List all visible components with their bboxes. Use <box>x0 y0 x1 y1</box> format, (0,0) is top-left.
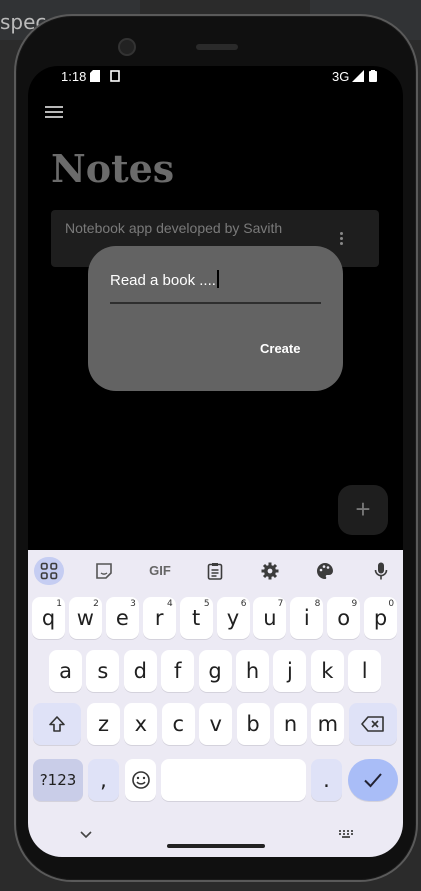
page-title: Notes <box>51 146 175 191</box>
screen-icon <box>110 70 120 82</box>
key-i[interactable]: i8 <box>290 597 324 639</box>
key-number-hint: 7 <box>277 599 284 609</box>
key-t[interactable]: t5 <box>179 597 213 639</box>
speaker <box>196 44 238 50</box>
key-x[interactable]: x <box>124 703 158 745</box>
add-note-button[interactable]: + <box>338 485 388 535</box>
key-q[interactable]: q1 <box>32 597 65 639</box>
key-number-hint: 0 <box>388 599 395 609</box>
key-k[interactable]: k <box>310 650 344 692</box>
note-text: Notebook app developed by Savith <box>65 220 283 236</box>
shift-key[interactable] <box>33 703 81 745</box>
mic-icon[interactable] <box>366 557 396 585</box>
camera <box>118 38 136 56</box>
create-button[interactable]: Create <box>260 341 300 356</box>
gif-button[interactable]: GIF <box>144 557 176 585</box>
key-number-hint: 6 <box>240 599 247 609</box>
more-options-icon[interactable] <box>340 232 344 246</box>
key-number-hint: 8 <box>314 599 321 609</box>
keyboard: GIF q1w2e3r4t5y6u7i8o9p0 asdfghjkl zxcv <box>28 550 403 857</box>
key-number-hint: 4 <box>166 599 173 609</box>
apps-icon[interactable] <box>34 557 64 585</box>
key-h[interactable]: h <box>236 650 269 692</box>
note-title-value: Read a book .... <box>110 272 216 289</box>
gear-icon[interactable] <box>255 557 285 585</box>
network-type: 3G <box>332 69 350 84</box>
key-r[interactable]: r4 <box>142 597 176 639</box>
key-z[interactable]: z <box>87 703 120 745</box>
status-time: 1:18 <box>61 69 87 84</box>
key-b[interactable]: b <box>236 703 270 745</box>
nav-row <box>28 817 403 857</box>
key-e[interactable]: e3 <box>105 597 139 639</box>
key-f[interactable]: f <box>161 650 195 692</box>
comma-key[interactable]: , <box>88 759 119 801</box>
key-u[interactable]: u7 <box>253 597 287 639</box>
backspace-key[interactable] <box>349 703 397 745</box>
emoji-key[interactable] <box>125 759 156 801</box>
key-o[interactable]: o9 <box>327 597 361 639</box>
key-s[interactable]: s <box>86 650 120 692</box>
key-number-hint: 1 <box>56 599 62 609</box>
status-bar: 1:18 3G <box>28 66 403 88</box>
signal-icon <box>352 70 364 82</box>
key-y[interactable]: y6 <box>216 597 250 639</box>
clipboard-icon[interactable] <box>200 557 230 585</box>
enter-key[interactable] <box>348 759 398 801</box>
sticker-icon[interactable] <box>89 557 119 585</box>
key-d[interactable]: d <box>123 650 157 692</box>
period-key[interactable]: . <box>311 759 342 801</box>
key-j[interactable]: j <box>273 650 307 692</box>
key-n[interactable]: n <box>274 703 307 745</box>
sd-card-icon <box>90 70 100 82</box>
key-number-hint: 2 <box>93 599 99 609</box>
phone-screen: 1:18 3G Notes Notebook app developed by … <box>28 66 403 857</box>
hide-keyboard-icon[interactable] <box>80 831 92 839</box>
gesture-handle[interactable] <box>167 844 265 848</box>
create-note-dialog: Read a book .... Create <box>88 246 343 391</box>
key-p[interactable]: p0 <box>364 597 398 639</box>
key-number-hint: 9 <box>351 599 358 609</box>
palette-icon[interactable] <box>310 557 340 585</box>
key-v[interactable]: v <box>199 703 233 745</box>
keyboard-switch-icon[interactable] <box>338 829 354 839</box>
space-key[interactable] <box>161 759 306 801</box>
key-g[interactable]: g <box>198 650 232 692</box>
key-c[interactable]: c <box>161 703 195 745</box>
key-a[interactable]: a <box>49 650 82 692</box>
key-m[interactable]: m <box>311 703 345 745</box>
key-w[interactable]: w2 <box>68 597 102 639</box>
key-number-hint: 5 <box>203 599 210 609</box>
key-l[interactable]: l <box>348 650 382 692</box>
symbols-key[interactable]: ?123 <box>33 759 83 801</box>
keyboard-toolbar: GIF <box>28 550 403 592</box>
text-caret <box>216 270 219 288</box>
menu-icon[interactable] <box>45 106 63 120</box>
note-title-input[interactable]: Read a book .... <box>110 270 321 304</box>
key-number-hint: 3 <box>130 599 136 609</box>
battery-icon <box>369 70 377 82</box>
